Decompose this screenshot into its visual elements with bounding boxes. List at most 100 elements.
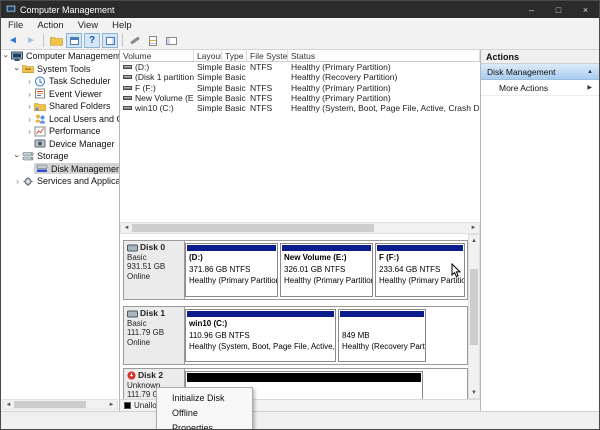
- window-icon: [70, 37, 79, 45]
- tree-item-local-users-and-groups[interactable]: › Local Users and Groups: [1, 113, 119, 126]
- scroll-up-icon[interactable]: ▲: [471, 235, 477, 246]
- disk0-row: Disk 0 Basic 931.51 GB Online (D:) 371.8…: [123, 240, 468, 300]
- tree-item-label: Computer Management (Local: [26, 51, 119, 61]
- back-icon[interactable]: ◄: [5, 33, 21, 48]
- menu-item-initialize-disk[interactable]: Initialize Disk: [157, 390, 252, 405]
- volume-icon: [123, 65, 132, 69]
- scroll-down-icon[interactable]: ▼: [471, 387, 477, 398]
- tree-item-shared-folders[interactable]: › Shared Folders: [1, 100, 119, 113]
- column-status[interactable]: Status: [288, 50, 480, 61]
- action-pane-icon[interactable]: [102, 33, 118, 48]
- scroll-right-icon[interactable]: ►: [106, 402, 117, 408]
- disk0-label[interactable]: Disk 0 Basic 931.51 GB Online: [124, 241, 185, 299]
- tree-item-computer-management[interactable]: › Computer Management (Local: [1, 50, 119, 63]
- chevron-right-icon[interactable]: ›: [25, 126, 34, 136]
- volume-row[interactable]: (D:) Simple Basic NTFS Healthy (Primary …: [120, 62, 480, 72]
- wrench-icon[interactable]: [127, 33, 143, 48]
- chevron-right-icon[interactable]: ›: [25, 101, 34, 111]
- column-volume[interactable]: Volume: [120, 50, 194, 61]
- menu-item-offline[interactable]: Offline: [157, 405, 252, 420]
- tree-item-task-scheduler[interactable]: › Task Scheduler: [1, 75, 119, 88]
- console-tree-folder-icon[interactable]: [48, 33, 64, 48]
- volume-row[interactable]: (Disk 1 partition 2) Simple Basic Health…: [120, 72, 480, 82]
- column-type[interactable]: Type: [222, 50, 247, 61]
- chevron-right-icon[interactable]: ›: [25, 114, 34, 124]
- scroll-left-icon[interactable]: ◄: [3, 402, 14, 408]
- show-console-window-icon[interactable]: [66, 33, 82, 48]
- volume-row[interactable]: F (F:) Simple Basic NTFS Healthy (Primar…: [120, 83, 480, 93]
- tree-item-disk-management[interactable]: Disk Management: [1, 163, 119, 176]
- toolbar: ◄ ► ?: [1, 32, 599, 50]
- volume-icon: [123, 86, 132, 90]
- tree-item-device-manager[interactable]: Device Manager: [1, 138, 119, 151]
- minimize-button[interactable]: –: [518, 1, 545, 18]
- partition-c[interactable]: win10 (C:) 110.96 GB NTFS Healthy (Syste…: [185, 309, 336, 362]
- title-bar: Computer Management – □ ×: [1, 1, 599, 18]
- collapse-icon[interactable]: ▲: [587, 69, 593, 75]
- tree-item-performance[interactable]: › Performance: [1, 125, 119, 138]
- volume-list-horizontal-scrollbar[interactable]: ◄ ►: [120, 222, 480, 234]
- scrollbar-thumb[interactable]: [14, 401, 86, 408]
- actions-group-disk-management[interactable]: Disk Management ▲: [481, 64, 599, 80]
- volume-icon: [123, 96, 132, 100]
- chevron-right-icon[interactable]: ›: [13, 176, 22, 186]
- more-actions-item[interactable]: More Actions ▶: [481, 80, 599, 96]
- graph-vertical-scrollbar[interactable]: ▲ ▼: [468, 234, 480, 399]
- scroll-left-icon[interactable]: ◄: [121, 225, 132, 231]
- volume-row[interactable]: win10 (C:) Simple Basic NTFS Healthy (Sy…: [120, 103, 480, 113]
- menu-help[interactable]: Help: [105, 20, 139, 31]
- recovery-partition-stripe: [340, 311, 424, 317]
- forward-icon[interactable]: ►: [23, 33, 39, 48]
- chevron-right-icon[interactable]: ›: [25, 76, 34, 86]
- chevron-down-icon[interactable]: ›: [2, 51, 11, 61]
- tree-item-label: Task Scheduler: [49, 76, 111, 86]
- maximize-button[interactable]: □: [545, 1, 572, 18]
- tree-item-system-tools[interactable]: › System Tools: [1, 63, 119, 76]
- chevron-down-icon[interactable]: ›: [13, 64, 22, 74]
- chevron-down-icon[interactable]: ›: [13, 151, 22, 161]
- tree-item-label: Device Manager: [49, 139, 115, 149]
- tree-item-event-viewer[interactable]: › Event Viewer: [1, 88, 119, 101]
- selected-tree-item: Disk Management: [34, 163, 119, 174]
- scrollbar-thumb[interactable]: [132, 224, 374, 232]
- storage-icon: [22, 151, 34, 162]
- volume-icon: [123, 106, 132, 110]
- scroll-right-icon[interactable]: ►: [468, 225, 479, 231]
- unallocated-legend-swatch: [124, 402, 131, 409]
- tree-item-label: System Tools: [37, 64, 90, 74]
- menu-action[interactable]: Action: [30, 20, 70, 31]
- primary-partition-stripe: [377, 245, 463, 251]
- tree-item-storage[interactable]: › Storage: [1, 150, 119, 163]
- console-tree: › Computer Management (Local › System To…: [1, 50, 120, 411]
- computer-icon: [11, 51, 23, 62]
- panel-layout-icon[interactable]: [163, 33, 179, 48]
- unallocated-stripe: [187, 373, 421, 382]
- close-button[interactable]: ×: [572, 1, 599, 18]
- tree-item-services-and-applications[interactable]: › Services and Applications: [1, 175, 119, 188]
- column-layout[interactable]: Layout: [194, 50, 222, 61]
- users-icon: [34, 113, 46, 124]
- help-icon[interactable]: ?: [84, 33, 100, 48]
- partition-recovery[interactable]: 849 MB Healthy (Recovery Partiti: [338, 309, 426, 362]
- menu-file[interactable]: File: [1, 20, 30, 31]
- menu-view[interactable]: View: [71, 20, 105, 31]
- document-icon[interactable]: [145, 33, 161, 48]
- tree-horizontal-scrollbar[interactable]: ◄ ►: [2, 399, 118, 410]
- partition-d[interactable]: (D:) 371.86 GB NTFS Healthy (Primary Par…: [185, 243, 278, 297]
- menu-item-properties[interactable]: Properties: [157, 420, 252, 430]
- window-title: Computer Management: [20, 5, 115, 15]
- volume-list: (D:) Simple Basic NTFS Healthy (Primary …: [120, 62, 480, 113]
- disk-graphical-view: Disk 0 Basic 931.51 GB Online (D:) 371.8…: [120, 234, 468, 399]
- volume-list-header: Volume Layout Type File System Status: [120, 50, 480, 62]
- chevron-right-icon[interactable]: ›: [25, 89, 34, 99]
- disk-icon: [127, 244, 138, 252]
- disk1-label[interactable]: Disk 1 Basic 111.79 GB Online: [124, 307, 185, 364]
- column-file-system[interactable]: File System: [247, 50, 288, 61]
- unknown-disk-icon: [127, 371, 136, 380]
- partition-e[interactable]: New Volume (E:) 326.01 GB NTFS Healthy (…: [280, 243, 373, 297]
- menu-bar: File Action View Help: [1, 18, 599, 32]
- scrollbar-thumb[interactable]: [470, 269, 478, 345]
- tree-item-label: Shared Folders: [49, 101, 111, 111]
- volume-row[interactable]: New Volume (E:) Simple Basic NTFS Health…: [120, 93, 480, 103]
- status-bar: [1, 411, 599, 429]
